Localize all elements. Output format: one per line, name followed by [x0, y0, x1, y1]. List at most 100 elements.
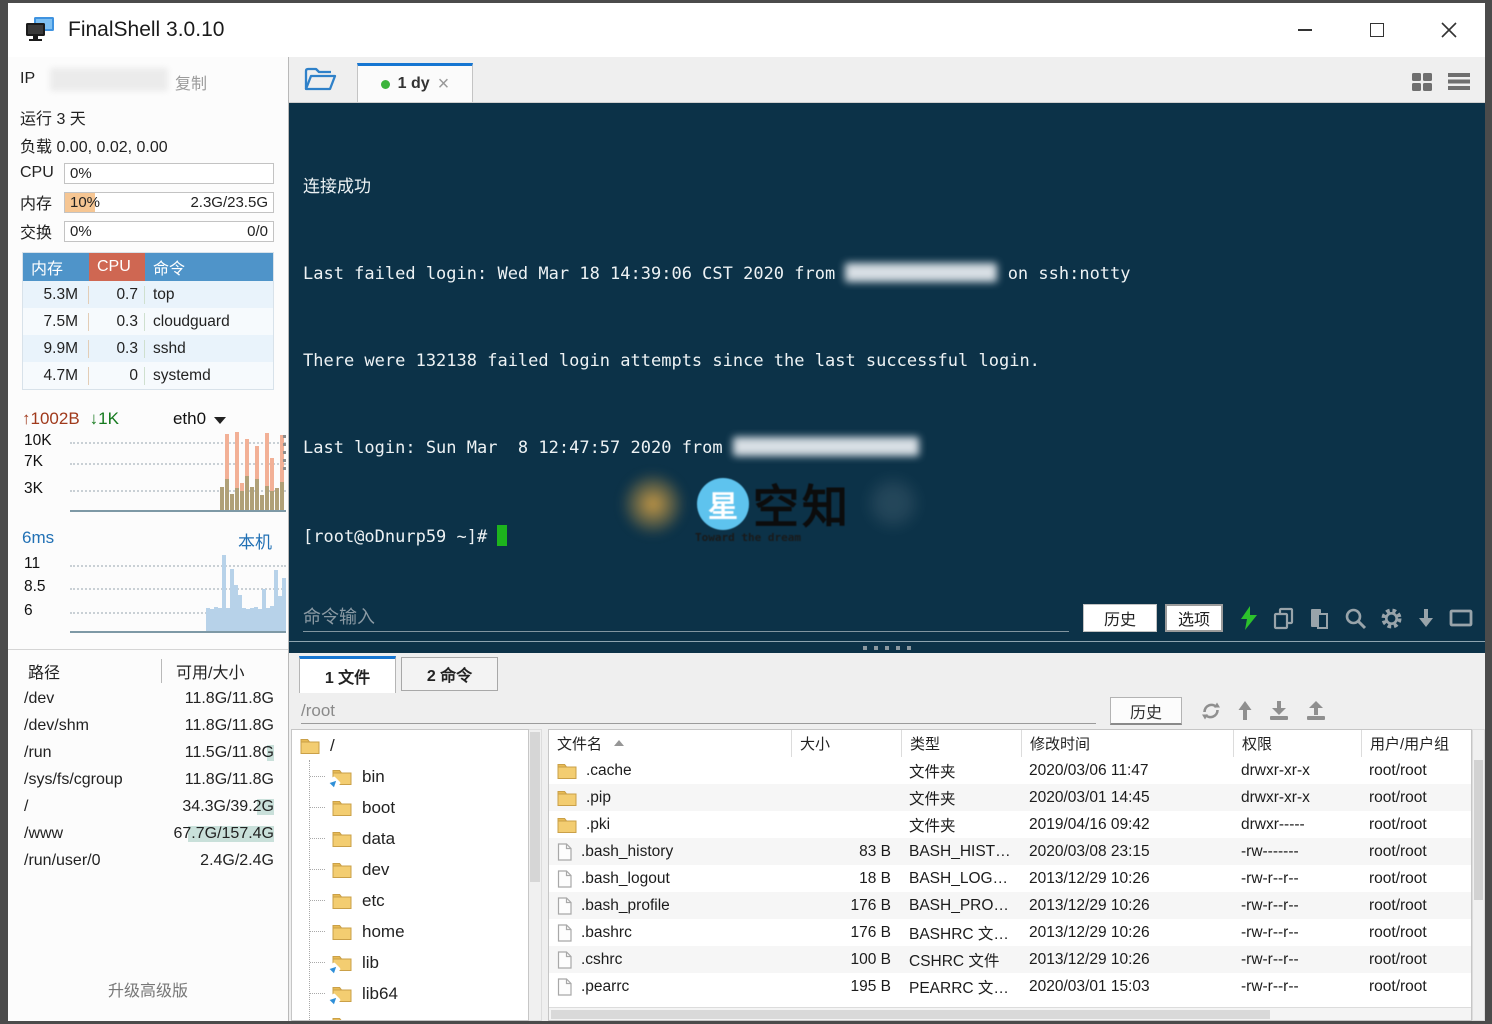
gridline: [70, 565, 286, 567]
tree-item-home[interactable]: home: [292, 916, 528, 947]
command-input[interactable]: 命令输入: [303, 604, 1069, 632]
tree-item-label: boot: [362, 798, 395, 818]
file-icon: [557, 843, 572, 861]
download-arrow-icon[interactable]: [1416, 607, 1436, 630]
file-row[interactable]: .pearrc195 BPEARRC 文…2020/03/01 15:03-rw…: [549, 973, 1471, 1000]
axis-tick-label: 7K: [24, 453, 64, 471]
axis-tick-label: 8.5: [24, 578, 64, 596]
download-bar: [275, 488, 279, 510]
parent-directory-icon[interactable]: [1237, 700, 1253, 722]
app-title: FinalShell 3.0.10: [68, 18, 224, 42]
file-row[interactable]: .bashrc176 BBASHRC 文…2013/12/29 10:26-rw…: [549, 919, 1471, 946]
sidebar-divider: [8, 649, 288, 650]
title-bar: FinalShell 3.0.10: [8, 3, 1485, 57]
upgrade-link[interactable]: 升级高级版: [8, 977, 288, 1001]
file-row[interactable]: .pki文件夹2019/04/16 09:42drwxr-----root/ro…: [549, 811, 1471, 838]
sidebar-splitter-handle[interactable]: [283, 435, 286, 470]
monitor-icon[interactable]: [1449, 608, 1473, 628]
terminal-area[interactable]: 连接成功 Last failed login: Wed Mar 18 14:39…: [289, 103, 1485, 641]
download-file-icon[interactable]: [1268, 700, 1290, 722]
minimize-button[interactable]: [1269, 3, 1341, 57]
file-row[interactable]: .cache文件夹2020/03/06 11:47drwxr-xr-xroot/…: [549, 757, 1471, 784]
tab-files[interactable]: 1 文件: [299, 656, 396, 693]
file-row[interactable]: .bash_history83 BBASH_HIST…2020/03/08 23…: [549, 838, 1471, 865]
header-size[interactable]: 大小: [791, 730, 901, 757]
tab-commands[interactable]: 2 命令: [401, 657, 498, 691]
file-row[interactable]: .cshrc100 BCSHRC 文件2013/12/29 10:26-rw-r…: [549, 946, 1471, 973]
quick-command-icon[interactable]: [1239, 606, 1259, 630]
interface-selector[interactable]: eth0: [173, 409, 206, 429]
disk-row: /dev11.8G/11.8G: [22, 685, 274, 712]
file-history-button[interactable]: 历史: [1110, 697, 1182, 725]
ping-legend: 6ms 本机: [22, 528, 272, 553]
folder-icon: [332, 1016, 352, 1021]
tree-item-label: lib64: [362, 984, 398, 1004]
folder-icon: [557, 816, 577, 833]
chevron-down-icon[interactable]: [214, 417, 226, 430]
header-filename[interactable]: 文件名: [549, 730, 791, 757]
tree-item-lib[interactable]: ▶lib: [292, 947, 528, 978]
process-header-cpu[interactable]: CPU: [89, 253, 145, 281]
process-table: 内存 CPU 命令 5.3M0.7top7.5M0.3cloudguard9.9…: [22, 252, 274, 390]
download-bar: [270, 491, 274, 510]
disk-table: 路径 可用/大小 /dev11.8G/11.8G/dev/shm11.8G/11…: [22, 657, 274, 874]
file-row[interactable]: .bash_profile176 BBASH_PRO…2013/12/29 10…: [549, 892, 1471, 919]
copy-icon[interactable]: [1272, 607, 1295, 630]
file-row[interactable]: .bash_logout18 BBASH_LOG…2013/12/29 10:2…: [549, 865, 1471, 892]
watermark-blob: [621, 472, 685, 536]
download-bar: [280, 482, 284, 510]
tree-item-label: /: [330, 736, 335, 756]
grid-view-icon[interactable]: [1411, 70, 1433, 92]
network-legend: ↑ 1002B ↓ 1K eth0: [22, 409, 226, 429]
search-icon[interactable]: [1344, 607, 1367, 630]
paste-icon[interactable]: [1308, 607, 1331, 630]
tab-close-icon[interactable]: ×: [438, 74, 450, 94]
watermark: 星 空知 Toward the dream: [621, 471, 851, 537]
tree-item-etc[interactable]: etc: [292, 885, 528, 916]
upload-file-icon[interactable]: [1305, 700, 1327, 722]
tree-item-bin[interactable]: ▶bin: [292, 761, 528, 792]
file-icon: [557, 897, 572, 915]
terminal-history-button[interactable]: 历史: [1083, 604, 1157, 632]
load-text: 负载 0.00, 0.02, 0.00: [20, 133, 168, 157]
tree-item-root[interactable]: /: [292, 730, 528, 761]
tree-item-partial[interactable]: [292, 1009, 528, 1021]
tab-session-1[interactable]: 1 dy ×: [357, 63, 473, 102]
header-owner[interactable]: 用户/用户组: [1361, 730, 1471, 757]
copy-ip-link[interactable]: 复制: [175, 70, 207, 94]
download-bar: [230, 494, 234, 510]
tree-item-boot[interactable]: boot: [292, 792, 528, 823]
download-bar: [240, 491, 244, 510]
maximize-button[interactable]: [1341, 3, 1413, 57]
tree-scrollbar[interactable]: [529, 729, 542, 1021]
tree-item-dev[interactable]: dev: [292, 854, 528, 885]
folder-icon: [332, 830, 352, 847]
file-row[interactable]: .pip文件夹2020/03/01 14:45drwxr-xr-xroot/ro…: [549, 784, 1471, 811]
menu-icon[interactable]: [1447, 70, 1471, 92]
process-header-command[interactable]: 命令: [145, 253, 273, 281]
settings-gear-icon[interactable]: [1380, 607, 1403, 630]
path-input[interactable]: /root: [301, 698, 1096, 724]
header-type[interactable]: 类型: [901, 730, 1021, 757]
terminal-options-button[interactable]: 选项: [1165, 604, 1223, 632]
app-window: FinalShell 3.0.10 IP 复制 运行 3 天 负载 0.00, …: [8, 3, 1485, 1021]
download-bar: [255, 479, 259, 510]
disk-header-path[interactable]: 路径: [22, 659, 162, 683]
axis-tick-label: 11: [24, 555, 64, 573]
tree-item-label: dev: [362, 860, 389, 880]
redacted-ip-2: [733, 437, 919, 456]
file-icon: [557, 870, 572, 888]
disk-header-size[interactable]: 可用/大小: [162, 659, 274, 683]
tree-item-lib64[interactable]: ▶lib64: [292, 978, 528, 1009]
process-row: 7.5M0.3cloudguard: [23, 308, 273, 335]
close-button[interactable]: [1413, 3, 1485, 57]
refresh-icon[interactable]: [1200, 700, 1222, 722]
open-sessions-icon[interactable]: [303, 65, 337, 95]
file-table-hscrollbar[interactable]: [549, 1007, 1471, 1020]
header-perm[interactable]: 权限: [1233, 730, 1361, 757]
file-table-vscrollbar[interactable]: [1472, 729, 1485, 1021]
process-header-memory[interactable]: 内存: [23, 253, 89, 281]
tree-item-data[interactable]: data: [292, 823, 528, 854]
header-mtime[interactable]: 修改时间: [1021, 730, 1233, 757]
terminal-file-splitter[interactable]: [289, 641, 1485, 653]
